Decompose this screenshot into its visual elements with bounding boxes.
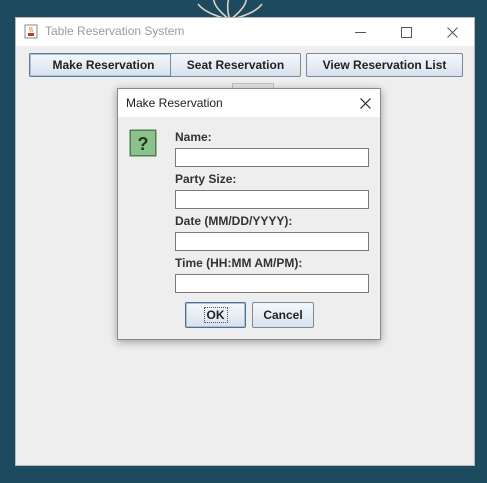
- dialog-title: Make Reservation: [126, 96, 223, 110]
- window-close-button[interactable]: [429, 18, 475, 46]
- minimize-icon: [354, 31, 366, 33]
- time-input[interactable]: [175, 274, 369, 293]
- make-reservation-dialog: Make Reservation ? Name: Party Size: Dat…: [117, 88, 381, 340]
- name-input[interactable]: [175, 148, 369, 167]
- title-bar[interactable]: Table Reservation System: [16, 18, 474, 46]
- time-label: Time (HH:MM AM/PM):: [175, 256, 303, 270]
- name-label: Name:: [175, 130, 212, 144]
- ok-button-label: OK: [203, 307, 228, 323]
- ok-button[interactable]: OK: [185, 302, 246, 328]
- close-icon: [446, 26, 458, 38]
- make-reservation-button[interactable]: Make Reservation: [29, 53, 178, 77]
- java-cup-icon: [24, 24, 38, 39]
- close-icon: [359, 97, 371, 109]
- seat-reservation-button[interactable]: Seat Reservation: [170, 53, 301, 77]
- maximize-button[interactable]: [383, 18, 429, 46]
- date-label: Date (MM/DD/YYYY):: [175, 214, 293, 228]
- date-input[interactable]: [175, 232, 369, 251]
- dialog-title-bar[interactable]: Make Reservation: [118, 89, 380, 117]
- party-size-label: Party Size:: [175, 172, 237, 186]
- dialog-close-button[interactable]: [350, 89, 380, 117]
- maximize-icon: [400, 26, 412, 38]
- cancel-button[interactable]: Cancel: [252, 302, 314, 328]
- question-icon: ?: [129, 129, 157, 157]
- view-reservation-list-button[interactable]: View Reservation List: [306, 53, 463, 77]
- minimize-button[interactable]: [337, 18, 383, 46]
- svg-text:?: ?: [138, 134, 149, 154]
- window-title: Table Reservation System: [45, 24, 185, 38]
- party-size-input[interactable]: [175, 190, 369, 209]
